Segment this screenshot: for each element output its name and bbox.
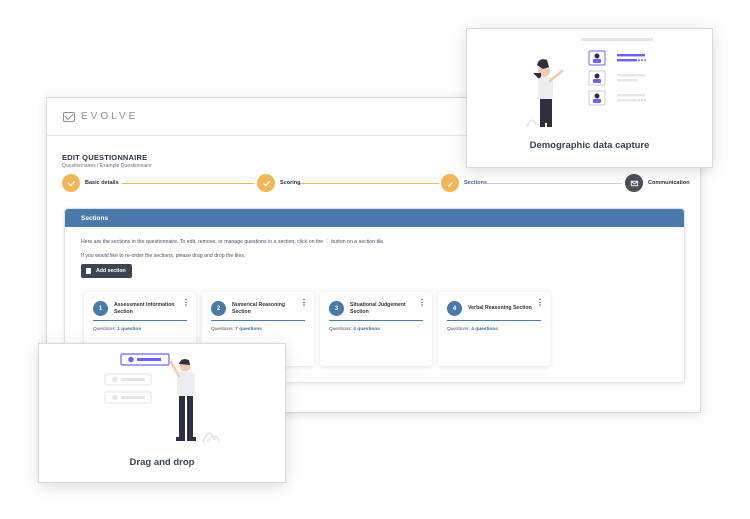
question-count-label: Questions: [329, 327, 354, 332]
question-count-link[interactable]: 4 questions [471, 327, 498, 332]
envelope-logo-icon [63, 111, 75, 122]
question-count: Questions: 7 questions [211, 327, 262, 332]
page-title: EDIT QUESTIONNAIRE [62, 153, 148, 162]
progress-stepper: Basic details Scoring Sections Communica… [62, 174, 692, 194]
breadcrumb[interactable]: Questionnaires / Example Questionnaire [62, 163, 152, 169]
demographic-card: Demographic data capture [466, 28, 713, 168]
section-name: Verbal Reasoning Section [468, 305, 532, 311]
drag-drop-card-title: Drag and drop [129, 457, 195, 468]
question-count-link[interactable]: 1 question [117, 327, 141, 332]
tile-divider [211, 320, 305, 322]
step-connector [487, 183, 622, 185]
section-tile[interactable]: 3 Situational Judgement Section ⋮ Questi… [320, 292, 432, 366]
panel-title: Sections [65, 209, 684, 227]
add-section-label: Add section [96, 268, 126, 274]
pencil-icon [441, 174, 459, 192]
panel-reorder-hint: If you would like to re-order the sectio… [81, 253, 246, 259]
drag-drop-illustration [104, 353, 220, 443]
question-count: Questions: 4 questions [329, 327, 380, 332]
question-count: Questions: 4 questions [447, 327, 498, 332]
section-name: Numerical Reasoning Section [232, 302, 286, 315]
tile-divider [329, 320, 423, 322]
demographic-illustration [526, 38, 653, 128]
panel-intro-text: Here are the sections in the questionnai… [81, 239, 385, 245]
kebab-menu-icon[interactable]: ⋮ [536, 299, 544, 307]
question-count-label: Questions: [93, 327, 118, 332]
step-sections[interactable]: Sections [441, 174, 487, 192]
logo-text[interactable]: EVOLVE [81, 111, 138, 122]
stage: EVOLVE EDIT QUESTIONNAIRE Questionnaires… [0, 0, 750, 519]
kebab-menu-icon[interactable]: ⋮ [182, 299, 190, 307]
step-connector [299, 183, 439, 185]
step-label: Sections [464, 180, 487, 186]
step-communication[interactable]: Communication [625, 174, 690, 192]
document-icon [86, 268, 91, 274]
add-section-button[interactable]: Add section [81, 264, 132, 278]
check-icon [257, 174, 275, 192]
section-number-badge: 4 [447, 301, 462, 316]
question-count-link[interactable]: 7 questions [235, 327, 262, 332]
question-count: Questions: 1 question [93, 327, 141, 332]
step-connector [122, 183, 254, 185]
section-name: Situational Judgement Section [350, 302, 406, 315]
check-icon [62, 174, 80, 192]
step-label: Scoring [280, 180, 301, 186]
kebab-menu-icon[interactable]: ⋮ [418, 299, 426, 307]
question-count-label: Questions: [211, 327, 236, 332]
envelope-icon [625, 174, 643, 192]
question-count-label: Questions: [447, 327, 472, 332]
section-number-badge: 1 [93, 301, 108, 316]
section-name: Assessment Information Section [114, 302, 175, 315]
section-number-badge: 2 [211, 301, 226, 316]
step-label: Basic details [85, 180, 119, 186]
section-number-badge: 3 [329, 301, 344, 316]
step-label: Communication [648, 180, 690, 186]
demographic-card-title: Demographic data capture [529, 140, 650, 151]
section-tile[interactable]: 4 Verbal Reasoning Section ⋮ Questions: … [438, 292, 550, 366]
question-count-link[interactable]: 4 questions [353, 327, 380, 332]
tile-divider [93, 320, 187, 322]
step-basic-details[interactable]: Basic details [62, 174, 119, 192]
drag-drop-card: Drag and drop [38, 343, 286, 483]
tile-divider [447, 320, 541, 322]
step-scoring[interactable]: Scoring [257, 174, 300, 192]
kebab-menu-icon[interactable]: ⋮ [300, 299, 308, 307]
